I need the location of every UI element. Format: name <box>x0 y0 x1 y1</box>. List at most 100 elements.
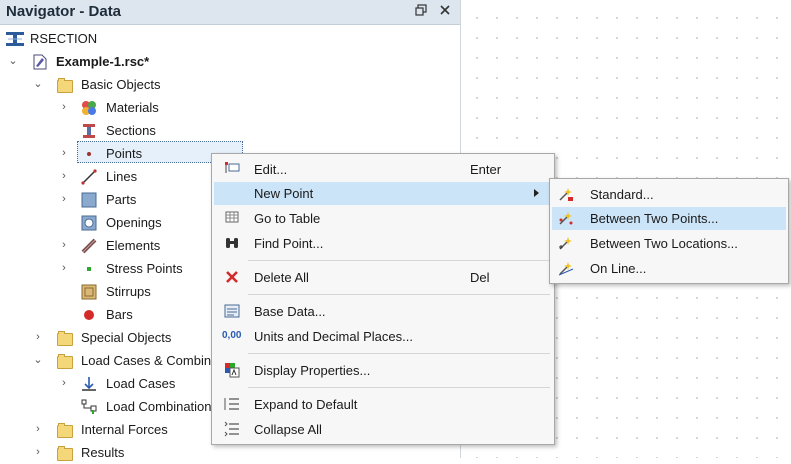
tree-label: RSECTION <box>30 31 98 46</box>
tree-label: Example-1.rsc* <box>56 54 150 69</box>
folder-icon <box>57 78 73 93</box>
delete-icon <box>224 269 240 285</box>
file-icon <box>32 54 48 70</box>
restore-window-icon[interactable] <box>412 3 430 21</box>
menu-label: Expand to Default <box>254 397 358 412</box>
elements-icon <box>81 238 97 254</box>
navigator-title-bar: Navigator - Data <box>0 0 460 25</box>
menu-item-new-point[interactable]: New Point <box>214 182 552 205</box>
tree-label: Sections <box>106 123 156 138</box>
sections-icon <box>81 123 97 139</box>
tree-label: Parts <box>106 192 137 207</box>
menu-item-edit[interactable]: Edit... Enter <box>214 158 552 181</box>
submenu-item-on-line[interactable]: On Line... <box>552 257 786 280</box>
point-icon <box>81 146 97 162</box>
menu-label: Edit... <box>254 162 288 177</box>
submenu-arrow-icon <box>534 189 539 197</box>
new-point-standard-icon <box>558 186 574 202</box>
context-menu: Edit... Enter New Point Go to Table Find… <box>211 153 555 445</box>
menu-shortcut: Enter <box>470 162 502 177</box>
tree-item-sections[interactable]: Sections <box>0 120 460 142</box>
chevron-right-icon[interactable]: › <box>58 100 70 114</box>
chevron-right-icon[interactable]: › <box>32 330 44 344</box>
menu-label: Between Two Points... <box>590 211 719 226</box>
tree-label: Materials <box>106 100 159 115</box>
tree-item-results[interactable]: › Results <box>0 442 460 464</box>
rsection-icon <box>6 31 24 47</box>
menu-item-go-to-table[interactable]: Go to Table <box>214 207 552 230</box>
tree-item-materials[interactable]: › Materials <box>0 97 460 119</box>
menu-item-delete-all[interactable]: Delete All Del <box>214 266 552 289</box>
chevron-right-icon[interactable]: › <box>58 261 70 275</box>
menu-label: Display Properties... <box>254 363 371 378</box>
tree-item-rsection[interactable]: RSECTION <box>0 28 460 50</box>
chevron-down-icon[interactable]: ⌄ <box>7 54 19 68</box>
tree-item-basic-objects[interactable]: ⌄ Basic Objects <box>0 74 460 96</box>
stirrups-icon <box>81 284 97 300</box>
tree-label: Openings <box>106 215 162 230</box>
chevron-down-icon[interactable]: ⌄ <box>32 77 44 91</box>
menu-label: Collapse All <box>254 422 322 437</box>
menu-label: Between Two Locations... <box>590 236 738 251</box>
menu-item-base-data[interactable]: Base Data... <box>214 300 552 323</box>
menu-shortcut: Del <box>470 270 490 285</box>
close-icon[interactable] <box>436 3 454 21</box>
menu-label: New Point <box>254 186 314 201</box>
chevron-right-icon[interactable]: › <box>58 238 70 252</box>
menu-label: On Line... <box>590 261 647 276</box>
new-point-between-locations-icon <box>558 235 574 251</box>
menu-label: Go to Table <box>254 211 321 226</box>
load-case-icon <box>81 376 97 392</box>
menu-separator <box>248 294 550 295</box>
tree-label: Stress Points <box>106 261 183 276</box>
parts-icon <box>81 192 97 208</box>
tree-label: Load Cases <box>106 376 176 391</box>
navigator-title: Navigator - Data <box>6 3 122 20</box>
folder-icon <box>57 354 73 369</box>
new-point-submenu: Standard... Between Two Points... Betwee… <box>549 178 789 284</box>
new-point-on-line-icon <box>558 260 574 276</box>
openings-icon <box>81 215 97 231</box>
menu-item-collapse[interactable]: Collapse All <box>214 418 552 441</box>
tree-label: Points <box>106 146 143 161</box>
menu-separator <box>248 387 550 388</box>
chevron-right-icon[interactable]: › <box>58 192 70 206</box>
menu-separator <box>248 260 550 261</box>
folder-icon <box>57 423 73 438</box>
menu-label: Base Data... <box>254 304 326 319</box>
chevron-right-icon[interactable]: › <box>58 169 70 183</box>
menu-item-find-point[interactable]: Find Point... <box>214 232 552 255</box>
table-icon <box>224 210 240 226</box>
menu-item-display-properties[interactable]: Display Properties... <box>214 359 552 382</box>
tree-label: Load Cases & Combin <box>81 353 212 368</box>
tree-label: Internal Forces <box>81 422 168 437</box>
bar-icon <box>81 307 97 323</box>
new-point-between-points-icon <box>558 210 574 226</box>
tree-label: Stirrups <box>106 284 151 299</box>
submenu-item-standard[interactable]: Standard... <box>552 183 786 206</box>
chevron-right-icon[interactable]: › <box>58 376 70 390</box>
submenu-item-between-two-points[interactable]: Between Two Points... <box>552 207 786 230</box>
tree-label: Load Combination <box>106 399 212 414</box>
menu-item-units[interactable]: 0,00 Units and Decimal Places... <box>214 325 552 348</box>
menu-item-expand[interactable]: Expand to Default <box>214 393 552 416</box>
submenu-item-between-two-locations[interactable]: Between Two Locations... <box>552 232 786 255</box>
display-properties-icon <box>224 362 240 378</box>
tree-label: Special Objects <box>81 330 172 345</box>
expand-icon <box>224 396 240 412</box>
tree-label: Elements <box>106 238 161 253</box>
line-icon <box>81 169 97 185</box>
edit-icon <box>224 161 240 177</box>
folder-icon <box>57 331 73 346</box>
units-icon: 0,00 <box>222 330 242 341</box>
chevron-down-icon[interactable]: ⌄ <box>32 353 44 367</box>
stress-point-icon <box>81 261 97 277</box>
tree-label: Bars <box>106 307 133 322</box>
tree-item-file[interactable]: ⌄ Example-1.rsc* <box>0 51 460 73</box>
materials-icon <box>81 100 97 116</box>
base-data-icon <box>224 303 240 319</box>
menu-label: Find Point... <box>254 236 324 251</box>
chevron-right-icon[interactable]: › <box>58 146 70 160</box>
chevron-right-icon[interactable]: › <box>32 445 44 459</box>
chevron-right-icon[interactable]: › <box>32 422 44 436</box>
